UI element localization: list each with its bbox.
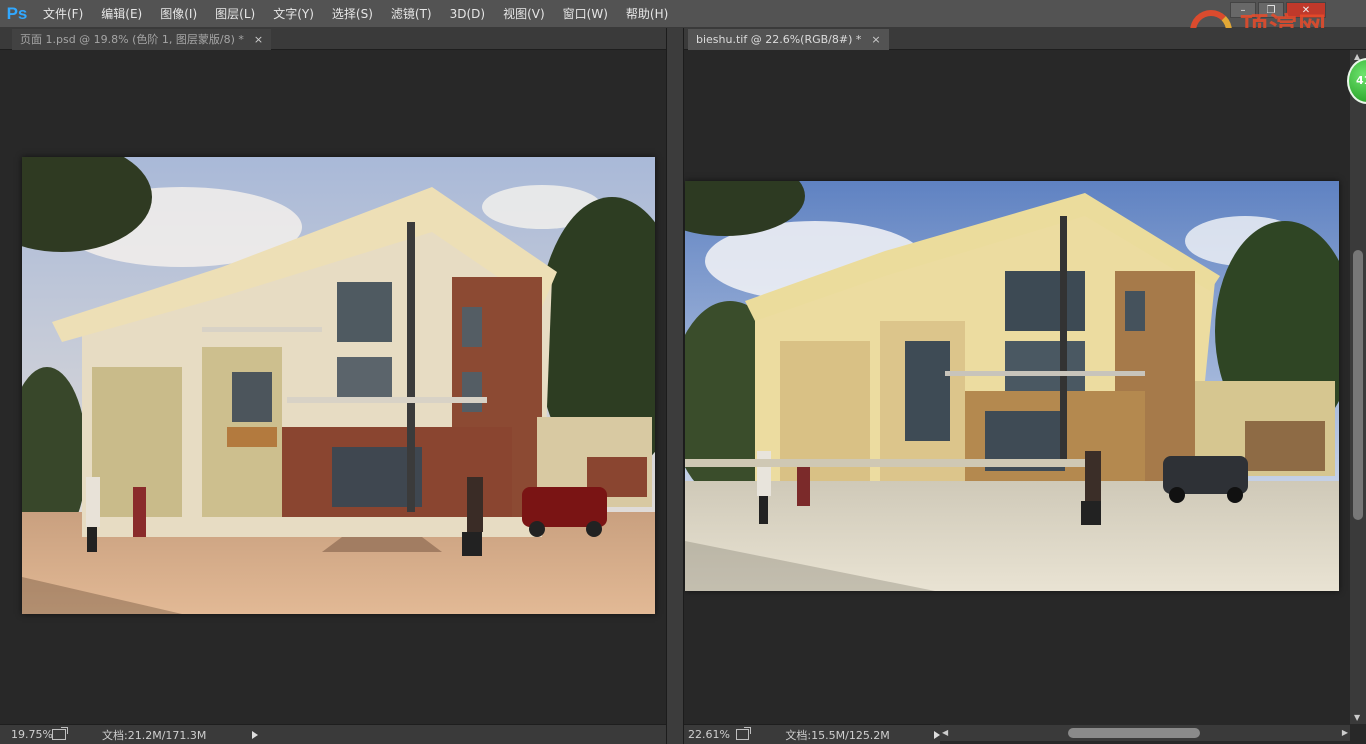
menu-help[interactable]: 帮助(H) xyxy=(617,0,677,28)
triangle-right-icon[interactable] xyxy=(934,730,940,739)
vertical-scroll-thumb[interactable] xyxy=(1353,250,1363,520)
window-controls: – ❐ ✕ xyxy=(1228,2,1326,18)
scroll-down-icon[interactable]: ▼ xyxy=(1354,713,1360,722)
menu-3d[interactable]: 3D(D) xyxy=(441,0,494,28)
vertical-scrollbar[interactable]: ▲ ▼ xyxy=(1350,50,1366,724)
close-icon[interactable]: ✕ xyxy=(1286,2,1326,18)
document-size-info: 文档:15.5M/125.2M xyxy=(785,728,890,742)
tab-close-icon[interactable]: × xyxy=(871,29,880,50)
tab-close-icon[interactable]: × xyxy=(254,29,263,50)
menu-image[interactable]: 图像(I) xyxy=(151,0,206,28)
horizontal-scroll-thumb[interactable] xyxy=(1068,728,1200,738)
tab-bar-left: 页面 1.psd @ 19.8% (色阶 1, 图层蒙版/8) * × xyxy=(0,28,666,50)
tab-bieshu-tif[interactable]: bieshu.tif @ 22.6%(RGB/8#) * × xyxy=(688,29,889,50)
artwork-render-left xyxy=(22,157,655,614)
status-bar-left: 19.75% 文档:21.2M/171.3M xyxy=(0,724,666,744)
menu-window[interactable]: 窗口(W) xyxy=(554,0,617,28)
photoshop-logo[interactable]: Ps xyxy=(0,0,34,28)
menu-edit[interactable]: 编辑(E) xyxy=(92,0,151,28)
tab-bar-right: bieshu.tif @ 22.6%(RGB/8#) * × xyxy=(684,28,1366,50)
tab-page1-psd[interactable]: 页面 1.psd @ 19.8% (色阶 1, 图层蒙版/8) * × xyxy=(12,29,272,50)
document-size-info: 文档:21.2M/171.3M xyxy=(102,728,207,742)
tab-label: bieshu.tif @ 22.6%(RGB/8#) * xyxy=(696,33,862,46)
menu-type[interactable]: 文字(Y) xyxy=(264,0,323,28)
minimize-icon[interactable]: – xyxy=(1230,2,1256,18)
canvas-area-right[interactable] xyxy=(684,50,1350,708)
menu-filter[interactable]: 滤镜(T) xyxy=(382,0,441,28)
maximize-icon[interactable]: ❐ xyxy=(1258,2,1284,18)
canvas-area-left[interactable] xyxy=(0,50,666,724)
status-bar-right: 22.61% 文档:15.5M/125.2M xyxy=(684,724,940,744)
panel-divider[interactable] xyxy=(666,28,684,744)
menu-layer[interactable]: 图层(L) xyxy=(206,0,264,28)
export-icon[interactable] xyxy=(735,727,752,740)
scroll-right-icon[interactable]: ▶ xyxy=(1342,728,1348,737)
tab-label: 页面 1.psd @ 19.8% (色阶 1, 图层蒙版/8) * xyxy=(20,33,244,46)
menu-bar: Ps 文件(F) 编辑(E) 图像(I) 图层(L) 文字(Y) 选择(S) 滤… xyxy=(0,0,1366,28)
menu-select[interactable]: 选择(S) xyxy=(323,0,382,28)
menu-view[interactable]: 视图(V) xyxy=(494,0,554,28)
menu-file[interactable]: 文件(F) xyxy=(34,0,92,28)
document-window-right: bieshu.tif @ 22.6%(RGB/8#) * × ▲ ▼ ◀ ▶ 2… xyxy=(684,28,1366,744)
zoom-level[interactable]: 19.75% xyxy=(0,728,53,741)
document-window-left: 页面 1.psd @ 19.8% (色阶 1, 图层蒙版/8) * × 19.7… xyxy=(0,28,666,744)
scroll-left-icon[interactable]: ◀ xyxy=(942,728,948,737)
artwork-render-right xyxy=(685,181,1339,591)
export-icon[interactable] xyxy=(52,727,68,740)
zoom-level[interactable]: 22.61% xyxy=(684,728,736,741)
triangle-right-icon[interactable] xyxy=(252,730,258,739)
horizontal-scrollbar[interactable]: ◀ ▶ xyxy=(940,725,1350,741)
